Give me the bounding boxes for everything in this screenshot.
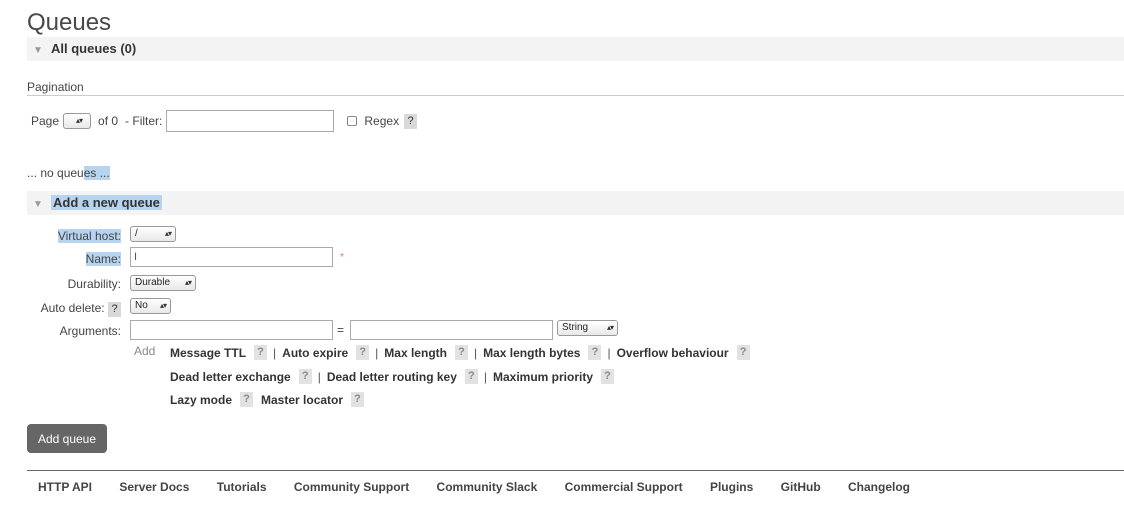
no-queues-text: ... no queu — [27, 166, 84, 180]
add-queue-button[interactable]: Add queue — [27, 424, 107, 453]
filter-label: - Filter: — [125, 114, 163, 128]
regex-help-icon[interactable]: ? — [404, 113, 418, 129]
add-queue-header[interactable]: ▼ Add a new queue — [27, 191, 1124, 215]
help-icon[interactable]: ? — [254, 345, 268, 360]
argument-links-row-3: Lazy mode? Master locator? — [170, 392, 365, 407]
arguments-label: Arguments: — [59, 324, 121, 338]
argument-links-row-2: Dead letter exchange? | Dead letter routi… — [170, 369, 615, 384]
footer-link-changelog[interactable]: Changelog — [848, 480, 910, 494]
separator: | — [375, 345, 379, 360]
equals-sign: = — [337, 323, 345, 337]
name-label: Name: — [85, 252, 121, 266]
arg-link-dead-letter-routing-key[interactable]: Dead letter routing key — [327, 370, 457, 384]
footer-link-community-slack[interactable]: Community Slack — [437, 480, 538, 494]
regex-label: Regex — [364, 114, 400, 128]
help-icon[interactable]: ? — [736, 345, 750, 360]
durability-label: Durability: — [67, 277, 121, 291]
updown-arrows-icon: ▴▾ — [606, 323, 614, 332]
help-icon[interactable]: ? — [298, 369, 312, 384]
argument-value-input[interactable] — [350, 320, 553, 340]
durability-select[interactable]: Durable ▴▾ — [130, 275, 196, 291]
help-icon[interactable]: ? — [351, 392, 365, 407]
arg-link-dead-letter-exchange[interactable]: Dead letter exchange — [170, 370, 291, 384]
footer-link-server-docs[interactable]: Server Docs — [119, 480, 189, 494]
page-of-label: of 0 — [98, 114, 119, 128]
arg-link-lazy-mode[interactable]: Lazy mode — [170, 393, 232, 407]
all-queues-header[interactable]: ▼ All queues (0) — [27, 37, 1124, 61]
required-marker: * — [340, 252, 344, 263]
page-title: Queues — [27, 9, 112, 36]
filter-input[interactable] — [166, 110, 335, 132]
pagination-divider — [27, 95, 1124, 96]
auto-delete-value: No — [135, 300, 148, 311]
arg-link-auto-expire[interactable]: Auto expire — [282, 346, 348, 360]
virtual-host-value: / — [135, 228, 138, 239]
regex-checkbox[interactable] — [347, 116, 358, 126]
help-icon[interactable]: ? — [588, 345, 602, 360]
updown-arrows-icon: ▴▾ — [159, 301, 167, 310]
separator: | — [473, 345, 478, 360]
auto-delete-help-icon[interactable]: ? — [108, 302, 121, 317]
durability-value: Durable — [135, 277, 171, 288]
no-queues-message: ... no queues ... — [27, 166, 110, 180]
footer-links: HTTP API Server Docs Tutorials Community… — [38, 480, 934, 494]
updown-arrows-icon: ▴▾ — [76, 116, 83, 125]
add-queue-header-label: Add a new queue — [51, 195, 162, 210]
pagination-title: Pagination — [27, 80, 84, 94]
separator: | — [607, 345, 611, 360]
argument-type-value: String — [562, 322, 589, 333]
updown-arrows-icon: ▴▾ — [164, 229, 172, 238]
help-icon[interactable]: ? — [454, 345, 468, 360]
collapse-triangle-icon: ▼ — [33, 199, 43, 210]
updown-arrows-icon: ▴▾ — [184, 278, 192, 287]
arg-link-max-length-bytes[interactable]: Max length bytes — [483, 346, 580, 360]
arg-link-overflow-behaviour[interactable]: Overflow behaviour — [617, 346, 729, 360]
name-input[interactable]: I — [130, 247, 333, 267]
footer-link-github[interactable]: GitHub — [781, 480, 821, 494]
page-select[interactable]: ▴▾ — [63, 113, 92, 129]
virtual-host-select[interactable]: / ▴▾ — [130, 226, 176, 242]
pagination-controls: Page ▴▾ of 0 - Filter: Regex ? — [31, 110, 418, 132]
footer-divider — [27, 470, 1124, 471]
arg-link-max-length[interactable]: Max length — [384, 346, 447, 360]
footer-link-community-support[interactable]: Community Support — [294, 480, 409, 494]
no-queues-text-selected: es ... — [83, 166, 110, 180]
help-icon[interactable]: ? — [601, 369, 615, 384]
argument-links-row-1: Message TTL? | Auto expire? | Max length? |… — [170, 345, 750, 360]
text-cursor-icon: I — [134, 251, 138, 263]
auto-delete-select[interactable]: No ▴▾ — [130, 298, 171, 314]
arg-link-master-locator[interactable]: Master locator — [261, 393, 343, 407]
footer-link-plugins[interactable]: Plugins — [710, 480, 753, 494]
argument-key-input[interactable] — [130, 320, 333, 340]
arg-link-maximum-priority[interactable]: Maximum priority — [493, 370, 593, 384]
separator: | — [317, 369, 321, 384]
footer-link-commercial-support[interactable]: Commercial Support — [565, 480, 683, 494]
add-argument-label: Add — [134, 344, 156, 358]
footer-link-http-api[interactable]: HTTP API — [38, 480, 92, 494]
help-icon[interactable]: ? — [240, 392, 254, 407]
footer-link-tutorials[interactable]: Tutorials — [217, 480, 267, 494]
separator: | — [273, 345, 277, 360]
help-icon[interactable]: ? — [464, 369, 478, 384]
collapse-triangle-icon: ▼ — [33, 45, 43, 56]
arg-link-message-ttl[interactable]: Message TTL — [170, 346, 246, 360]
virtual-host-label: Virtual host: — [57, 229, 121, 243]
page-label: Page — [31, 114, 60, 128]
argument-type-select[interactable]: String ▴▾ — [557, 320, 618, 336]
all-queues-label: All queues (0) — [51, 41, 137, 56]
separator: | — [483, 369, 487, 384]
auto-delete-label: Auto delete: ? — [41, 301, 121, 317]
help-icon[interactable]: ? — [356, 345, 370, 360]
